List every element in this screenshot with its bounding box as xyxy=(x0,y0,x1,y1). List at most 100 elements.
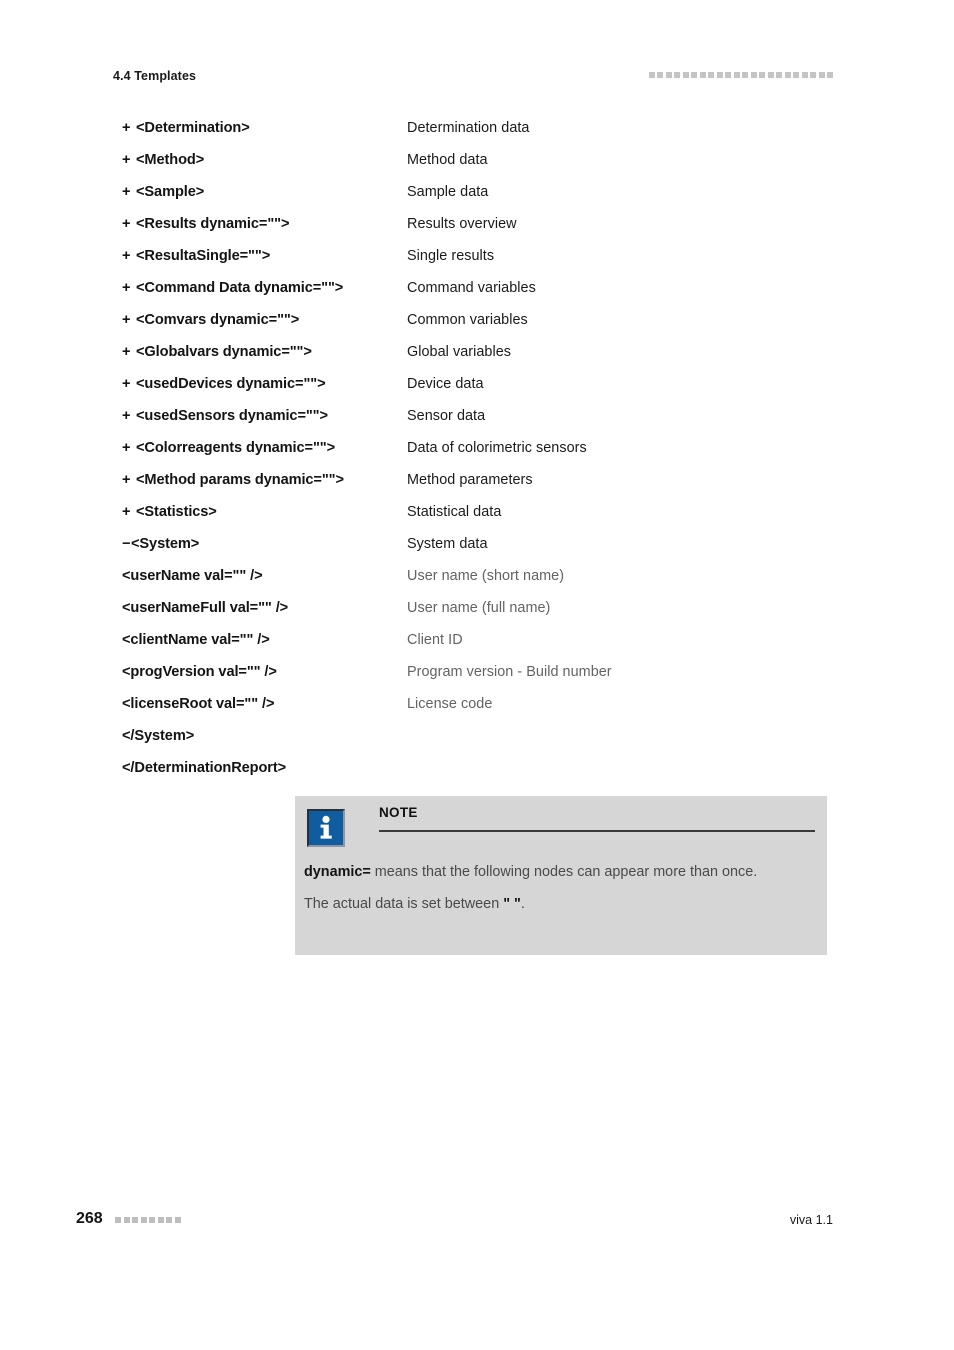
note-paragraph-2: The actual data is set between " ". xyxy=(304,894,802,916)
xml-node-tag: + <Results dynamic=""> xyxy=(122,208,289,240)
xml-node-row: + <Method params dynamic=""> Method parame… xyxy=(0,464,954,496)
decor-square xyxy=(776,72,782,78)
xml-node-description: Device data xyxy=(407,376,484,392)
xml-node-tag-text: <Method params dynamic=""> xyxy=(136,472,344,488)
xml-node-row: + <Comvars dynamic=""> Common variables xyxy=(0,304,954,336)
xml-node-row: </System> xyxy=(0,720,954,752)
decor-square xyxy=(793,72,799,78)
xml-node-tag-text: <clientName val="" /> xyxy=(122,632,270,648)
decor-square xyxy=(166,1217,172,1223)
note-title: NOTE xyxy=(379,805,418,820)
decor-square xyxy=(716,72,723,78)
decor-square xyxy=(140,1217,147,1223)
xml-node-tag: </DeterminationReport> xyxy=(122,752,286,784)
decor-square xyxy=(725,72,731,78)
decor-square xyxy=(818,72,825,78)
xml-node-description: System data xyxy=(407,536,488,552)
xml-node-tag-text: <licenseRoot val="" /> xyxy=(122,696,275,712)
xml-node-tag-text: <Method> xyxy=(136,152,205,168)
decor-square xyxy=(157,1217,164,1223)
xml-node-tag-text: <userNameFull val="" /> xyxy=(122,600,289,616)
xml-node-tag: + <Statistics> xyxy=(122,496,217,528)
expand-plus-icon[interactable]: + xyxy=(122,112,136,144)
expand-plus-icon[interactable]: + xyxy=(122,272,136,304)
expand-plus-icon[interactable]: + xyxy=(122,144,136,176)
xml-node-tag: + <usedDevices dynamic=""> xyxy=(122,368,326,400)
xml-node-tag-text: <Globalvars dynamic=""> xyxy=(136,344,312,360)
expand-plus-icon[interactable]: + xyxy=(122,336,136,368)
footer-product-version: viva 1.1 xyxy=(789,1213,833,1227)
collapse-minus-icon[interactable]: − xyxy=(122,528,131,560)
xml-node-row: <userNameFull val="" /> User name (full n… xyxy=(0,592,954,624)
xml-node-row: <licenseRoot val="" /> License code xyxy=(0,688,954,720)
xml-node-tag: <clientName val="" /> xyxy=(122,624,270,656)
expand-plus-icon[interactable]: + xyxy=(122,240,136,272)
xml-node-description: Determination data xyxy=(407,120,530,136)
xml-node-description: Sample data xyxy=(407,184,489,200)
expand-plus-icon[interactable]: + xyxy=(122,304,136,336)
xml-node-row: + <Command Data dynamic=""> Command variab… xyxy=(0,272,954,304)
decor-square xyxy=(149,1217,155,1223)
expand-plus-icon[interactable]: + xyxy=(122,432,136,464)
note-title-rule xyxy=(379,830,815,832)
xml-node-tag: </System> xyxy=(122,720,194,752)
xml-node-row: <userName val="" /> User name (short name… xyxy=(0,560,954,592)
expand-plus-icon[interactable]: + xyxy=(122,208,136,240)
xml-node-tag-text: <Statistics> xyxy=(136,504,217,520)
xml-node-row: + <usedSensors dynamic=""> Sensor data xyxy=(0,400,954,432)
xml-node-tag-text: <Colorreagents dynamic=""> xyxy=(136,440,336,456)
xml-node-row: + <Globalvars dynamic=""> Global variables xyxy=(0,336,954,368)
xml-node-description: Method data xyxy=(407,152,488,168)
decor-square xyxy=(742,72,748,78)
xml-node-row: + <Method> Method data xyxy=(0,144,954,176)
expand-plus-icon[interactable]: + xyxy=(122,464,136,496)
xml-node-description: Client ID xyxy=(407,632,463,648)
xml-node-row: + <Results dynamic=""> Results overview xyxy=(0,208,954,240)
xml-node-list: + <Determination> Determination data + <Meth… xyxy=(0,112,954,784)
xml-node-description: License code xyxy=(407,696,493,712)
xml-node-tag-text: <progVersion val="" /> xyxy=(122,664,277,680)
xml-node-tag: + <Globalvars dynamic=""> xyxy=(122,336,312,368)
xml-node-description: Method parameters xyxy=(407,472,533,488)
xml-node-tag-text: </DeterminationReport> xyxy=(122,760,287,776)
decor-square xyxy=(708,72,714,78)
xml-node-description: User name (full name) xyxy=(407,600,551,616)
xml-node-description: Data of colorimetric sensors xyxy=(407,440,587,456)
xml-node-tag: + <Determination> xyxy=(122,112,250,144)
xml-node-tag: <userNameFull val="" /> xyxy=(122,592,288,624)
header-section-title: 4.4 Templates xyxy=(113,69,197,83)
xml-node-tag: + <Sample> xyxy=(122,176,204,208)
xml-node-tag: + <Comvars dynamic=""> xyxy=(122,304,299,336)
decor-square xyxy=(767,72,774,78)
xml-node-tag: <userName val="" /> xyxy=(122,560,263,592)
note-paragraph-1-text: means that the following nodes can appea… xyxy=(370,864,758,880)
xml-node-tag-text: <usedDevices dynamic=""> xyxy=(136,376,326,392)
xml-node-row: + <usedDevices dynamic=""> Device data xyxy=(0,368,954,400)
note-quote-marks: " " xyxy=(503,895,521,912)
xml-node-tag: + <Method params dynamic=""> xyxy=(122,464,344,496)
decor-square xyxy=(810,72,816,78)
decor-square xyxy=(801,72,808,78)
decor-square xyxy=(174,1217,181,1223)
xml-node-description: Program version - Build number xyxy=(407,664,612,680)
expand-plus-icon[interactable]: + xyxy=(122,176,136,208)
xml-node-row: + <Statistics> Statistical data xyxy=(0,496,954,528)
expand-plus-icon[interactable]: + xyxy=(122,400,136,432)
xml-node-row: + <Colorreagents dynamic=""> Data of color… xyxy=(0,432,954,464)
decor-square xyxy=(827,72,833,78)
expand-plus-icon[interactable]: + xyxy=(122,496,136,528)
xml-node-description: Common variables xyxy=(407,312,528,328)
xml-node-tag: + <Command Data dynamic=""> xyxy=(122,272,343,304)
decor-square xyxy=(132,1217,138,1223)
note-body: dynamic= means that the following nodes … xyxy=(304,862,802,915)
xml-node-tag-text: <Sample> xyxy=(136,184,205,200)
xml-node-row: </DeterminationReport> xyxy=(0,752,954,784)
xml-node-description: Command variables xyxy=(407,280,536,296)
decor-square xyxy=(657,72,663,78)
xml-node-tag-text: <Comvars dynamic=""> xyxy=(136,312,300,328)
expand-plus-icon[interactable]: + xyxy=(122,368,136,400)
decor-square xyxy=(648,72,655,78)
note-keyword: dynamic= xyxy=(304,864,371,880)
page-header: 4.4 Templates xyxy=(0,0,954,83)
xml-node-tag: + <Colorreagents dynamic=""> xyxy=(122,432,335,464)
